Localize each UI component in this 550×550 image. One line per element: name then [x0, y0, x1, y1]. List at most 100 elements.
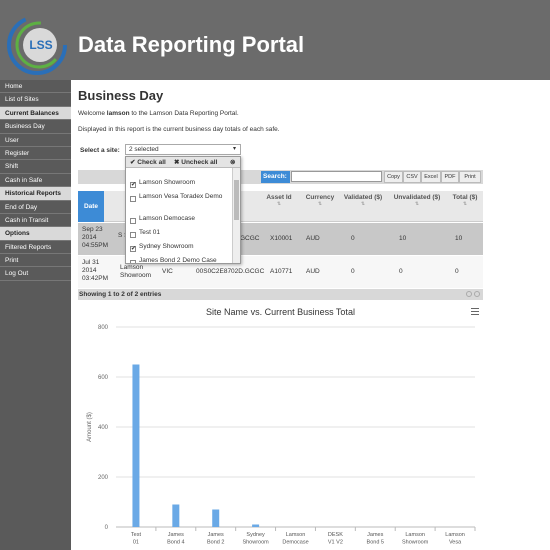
pdf-button[interactable]: PDF [441, 171, 459, 183]
checkbox-icon[interactable] [130, 196, 136, 202]
y-tick-label: 600 [98, 375, 109, 381]
cell-unvalidated: 10 [399, 235, 407, 242]
sidebar-item-register[interactable]: Register [0, 147, 71, 161]
copy-button[interactable]: Copy [384, 171, 403, 183]
x-tick-label: LamsonVesaToradexDemo [445, 532, 465, 547]
sidebar-item-options: Options [0, 227, 71, 241]
bar[interactable] [172, 504, 180, 528]
bar[interactable] [132, 364, 140, 528]
welcome-user: lamson [106, 110, 130, 117]
dropdown-option[interactable]: ✔ Lamson Showroom [126, 179, 232, 193]
x-tick-label: Test 01 [131, 532, 142, 546]
prev-page-button[interactable] [466, 291, 472, 297]
site-select[interactable]: 2 selected ▾ [125, 144, 241, 155]
y-tick-label: 200 [98, 475, 109, 481]
checkbox-checked-icon[interactable]: ✔ [130, 182, 136, 188]
y-tick-label: 800 [98, 325, 109, 331]
cell-site: Lamson Showroom [120, 264, 152, 279]
excel-button[interactable]: Excel [421, 171, 441, 183]
y-axis-label: Amount ($) [87, 412, 93, 442]
checkbox-icon[interactable] [130, 232, 136, 238]
dropdown-option[interactable]: Lamson Vesa Toradex Demo [126, 193, 232, 207]
site-dropdown: ✔ Check all ✖ Uncheck all ⊗ ✔ Lamson Show… [125, 156, 241, 264]
sidebar-item-cash-in-safe[interactable]: Cash in Safe [0, 174, 71, 188]
dropdown-option-label: Lamson Vesa Toradex Demo [139, 193, 223, 200]
checkbox-checked-icon[interactable]: ✔ [130, 246, 136, 252]
entries-info: Showing 1 to 2 of 2 entries [78, 289, 483, 300]
header: LSS Data Reporting Portal [0, 0, 550, 80]
site-select-label: Select a site: [80, 147, 120, 154]
search-label: Search: [261, 171, 290, 183]
dropdown-option[interactable]: James Bond 2 Demo Case [126, 257, 232, 264]
cell-asset: X10001 [270, 235, 293, 242]
sidebar-item-business-day[interactable]: Business Day [0, 120, 71, 134]
dropdown-option[interactable]: Test 01 [126, 229, 232, 243]
cell-asset: A10771 [270, 268, 293, 275]
dropdown-option-label: Test 01 [139, 229, 160, 236]
dropdown-option-label: Sydney Showroom [139, 243, 194, 250]
dropdown-option[interactable]: Lamson Democase [126, 215, 232, 229]
sort-icon: ⇅ [462, 201, 468, 207]
sidebar-item-user[interactable]: User [0, 134, 71, 147]
column-header-date[interactable]: Date [78, 191, 104, 222]
sidebar-item-filtered-reports[interactable]: Filtered Reports [0, 241, 71, 255]
column-header-asset-id[interactable]: Asset Id ⇅ [264, 194, 294, 207]
check-all-button[interactable]: ✔ Check all [130, 157, 166, 168]
sidebar-item-cash-in-transit[interactable]: Cash in Transit [0, 214, 71, 228]
x-tick-label: Lamson Democase [282, 532, 308, 546]
next-page-button[interactable] [474, 291, 480, 297]
bar[interactable] [212, 509, 220, 528]
cell-date: Sep 23 2014 04:55PM [82, 226, 109, 249]
cell-unvalidated: 0 [399, 268, 403, 275]
chart-svg: 0 200 400 600 800 Amount ($) Test 01 James Bond 4… [87, 325, 476, 547]
sidebar-item-end-of-day[interactable]: End of Day [0, 201, 71, 214]
dropdown-option-label: James Bond 2 Demo Case [139, 257, 217, 264]
dropdown-option-label: Lamson Showroom [139, 179, 195, 186]
search-input[interactable] [291, 171, 382, 182]
description-text: Displayed in this report is the current … [78, 126, 280, 133]
chevron-down-icon: ▾ [232, 146, 236, 152]
welcome-text: Welcome lamson to the Lamson Data Report… [78, 110, 239, 117]
close-icon[interactable]: ⊗ [230, 157, 235, 168]
x-tick-label: DESKV1 V2Test [328, 532, 343, 547]
uncheck-all-button[interactable]: ✖ Uncheck all [174, 157, 217, 168]
dropdown-scrollbar[interactable] [232, 168, 240, 263]
x-tick-label: JamesBond 4DemoCase [167, 532, 184, 547]
column-header-currency[interactable]: Currency ⇅ [300, 194, 340, 207]
scrollbar-thumb[interactable] [234, 180, 239, 220]
logo-text: LSS [29, 38, 52, 52]
print-button[interactable]: Print [459, 171, 481, 183]
bar-chart: Site Name vs. Current Business Total 0 20… [78, 302, 483, 547]
cell-currency: AUD [306, 235, 320, 242]
sidebar-item-shift[interactable]: Shift [0, 160, 71, 174]
checkbox-icon[interactable] [130, 260, 136, 263]
sort-icon: ⇅ [360, 201, 366, 207]
column-header-total[interactable]: Total ($) ⇅ [450, 194, 480, 207]
dropdown-option[interactable]: ✔ Sydney Showroom [126, 243, 232, 257]
x-tick-label: JamesBond 2DemoCase [207, 532, 224, 547]
cell-serial: GCGC [240, 235, 260, 242]
checkbox-icon[interactable] [130, 218, 136, 224]
sort-icon: ⇅ [414, 201, 420, 207]
sidebar-item-print[interactable]: Print [0, 254, 71, 268]
sort-icon: ⇅ [276, 201, 282, 207]
cell-currency: AUD [306, 268, 320, 275]
column-header-unvalidated[interactable]: Unvalidated ($) ⇅ [392, 194, 442, 207]
sidebar-item-log-out[interactable]: Log Out [0, 267, 71, 281]
sidebar-item-historical-reports: Historical Reports [0, 187, 71, 201]
bar[interactable] [252, 524, 260, 528]
sort-icon: ⇅ [317, 201, 323, 207]
column-header-validated[interactable]: Validated ($) ⇅ [343, 194, 383, 207]
cell-validated: 0 [351, 268, 355, 275]
sidebar-item-home[interactable]: Home [0, 80, 71, 94]
csv-button[interactable]: CSV [403, 171, 421, 183]
x-tick-label: Sydney Showroom [242, 532, 269, 546]
sidebar-item-list-of-sites[interactable]: List of Sites [0, 93, 71, 107]
dropdown-header: ✔ Check all ✖ Uncheck all ⊗ [126, 157, 240, 168]
x-tick-label: Lamson Showroom [402, 532, 429, 546]
main-content: Business Day Welcome lamson to the Lamso… [71, 80, 550, 550]
portal-title: Data Reporting Portal [78, 32, 305, 57]
logo-icon: LSS [7, 15, 67, 75]
y-tick-label: 400 [98, 425, 109, 431]
page-title: Business Day [78, 88, 164, 103]
